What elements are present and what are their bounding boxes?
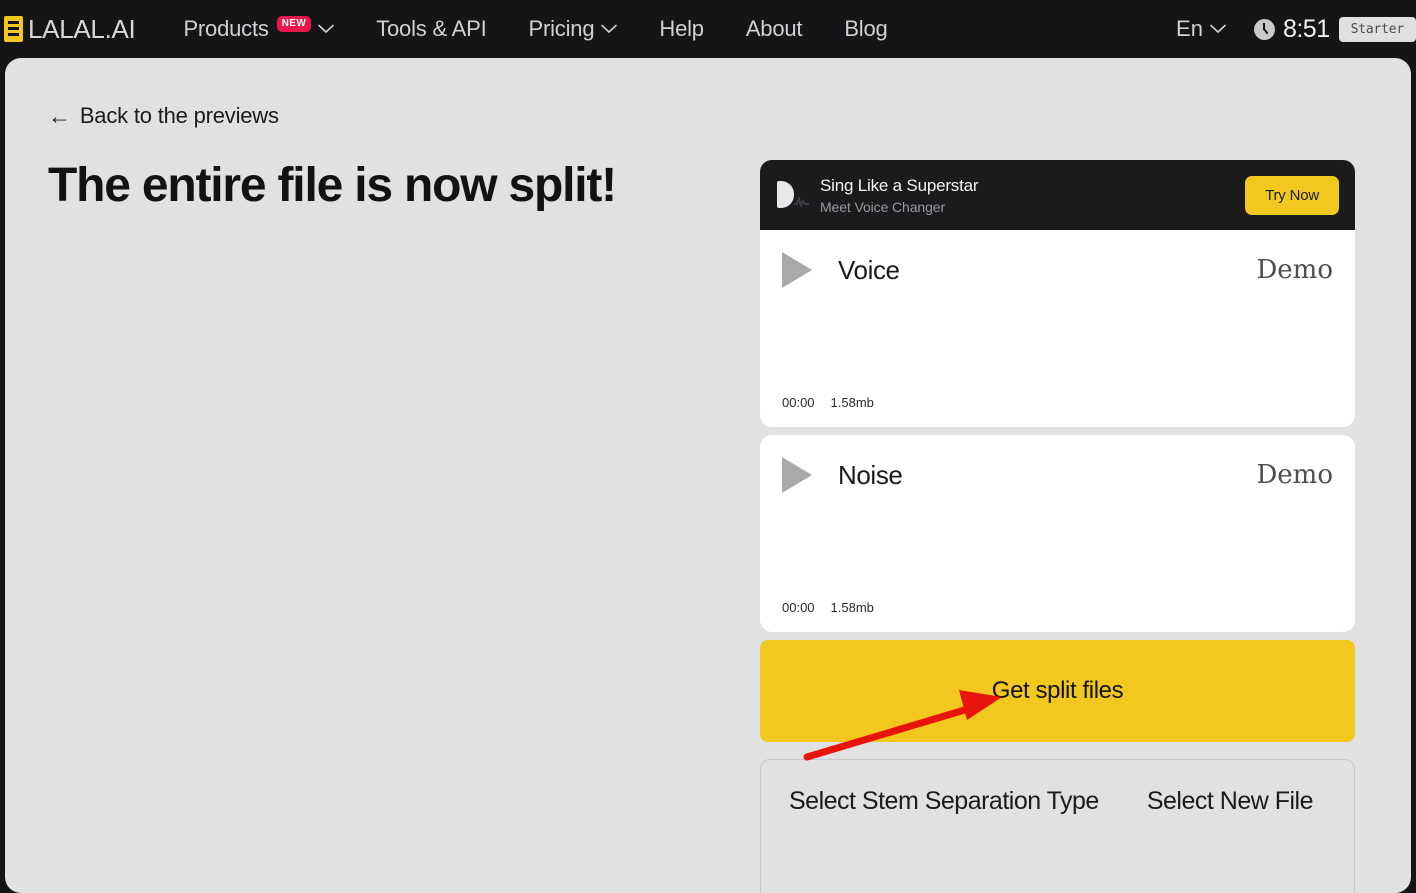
stem-header: Voice Demo: [782, 252, 1333, 288]
chevron-down-icon: [601, 24, 618, 34]
play-icon[interactable]: [782, 457, 812, 493]
clock-icon: [1253, 18, 1275, 40]
nav-item-products[interactable]: Products NEW: [162, 16, 355, 42]
voice-changer-promo-banner[interactable]: Sing Like a Superstar Meet Voice Changer…: [760, 160, 1355, 230]
nav-label-help: Help: [659, 16, 704, 41]
chevron-down-icon: [318, 24, 335, 34]
voice-changer-icon: [774, 178, 810, 212]
promo-text-block: Sing Like a Superstar Meet Voice Changer: [820, 176, 1245, 215]
nav-item-about[interactable]: About: [725, 16, 824, 42]
chevron-down-icon: [1210, 24, 1226, 34]
promo-title: Sing Like a Superstar: [820, 175, 979, 195]
stem-meta: 00:00 1.58mb: [782, 395, 874, 410]
try-now-button[interactable]: Try Now: [1245, 175, 1339, 215]
nav-item-tools-api[interactable]: Tools & API: [355, 16, 507, 42]
new-badge: NEW: [276, 16, 312, 32]
stem-duration: 00:00: [782, 600, 815, 615]
stem-name-noise: Noise: [838, 459, 903, 490]
brand-name: LALAL.AI: [28, 13, 136, 44]
stem-duration: 00:00: [782, 395, 815, 410]
back-to-previews-link[interactable]: ← Back to the previews: [48, 103, 728, 129]
stem-card-noise: Noise Demo 00:00 1.58mb: [760, 435, 1355, 632]
main-content-panel: ← Back to the previews The entire file i…: [5, 58, 1411, 893]
main-menu: Products NEW Tools & API Pricing Help Ab…: [162, 16, 908, 42]
stem-card-voice: Voice Demo 00:00 1.58mb: [760, 230, 1355, 427]
stem-filesize: 1.58mb: [830, 600, 874, 615]
nav-label-pricing: Pricing: [528, 16, 595, 41]
get-split-files-button[interactable]: Get split files: [760, 640, 1355, 742]
language-selector[interactable]: En: [1176, 16, 1226, 42]
back-arrow-icon: ←: [48, 102, 71, 129]
nav-item-help[interactable]: Help: [638, 16, 724, 42]
play-icon[interactable]: [782, 252, 812, 288]
promo-subtitle: Meet Voice Changer: [820, 198, 946, 215]
nav-label-blog: Blog: [844, 16, 888, 41]
page-title: The entire file is now split!: [48, 159, 617, 212]
language-label: En: [1176, 16, 1203, 41]
brand-logo[interactable]: LALAL.AI: [4, 13, 136, 45]
options-panel: Select Stem Separation Type Select New F…: [760, 759, 1355, 893]
lalal-logo-icon: [4, 16, 23, 42]
stem-demo-label: Demo: [1256, 255, 1333, 285]
stem-name-voice: Voice: [838, 254, 900, 285]
select-stem-separation-type-button[interactable]: Select Stem Separation Type: [789, 787, 1099, 816]
nav-label-products: Products: [183, 16, 269, 41]
top-navigation-bar: LALAL.AI Products NEW Tools & API Pricin…: [0, 0, 1416, 58]
back-link-label: Back to the previews: [79, 103, 279, 128]
clock-time-value: 8:51: [1282, 14, 1330, 43]
nav-label-tools-api: Tools & API: [376, 16, 487, 41]
plan-status-badge: Starter: [1338, 16, 1416, 42]
nav-item-pricing[interactable]: Pricing: [508, 16, 639, 42]
stem-demo-label: Demo: [1256, 460, 1333, 490]
header-right-controls: En 8:51 Starter: [1176, 15, 1416, 44]
minutes-balance[interactable]: 8:51 Starter: [1253, 14, 1416, 44]
stem-meta: 00:00 1.58mb: [782, 600, 874, 615]
nav-label-about: About: [745, 16, 803, 41]
select-new-file-button[interactable]: Select New File: [1147, 787, 1314, 816]
left-column: ← Back to the previews The entire file i…: [48, 103, 728, 211]
right-column: Sing Like a Superstar Meet Voice Changer…: [760, 160, 1355, 893]
nav-item-blog[interactable]: Blog: [823, 16, 908, 42]
stem-header: Noise Demo: [782, 457, 1333, 493]
stem-filesize: 1.58mb: [830, 395, 874, 410]
